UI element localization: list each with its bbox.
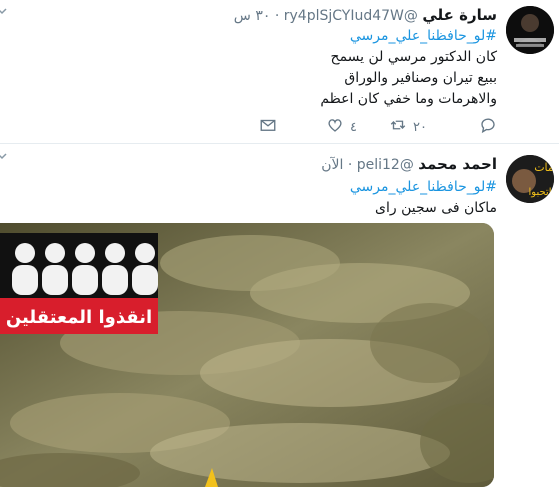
tweet-text: #لو_حافظنا_علي_مرسي كان الدكتور مرسي لن … — [320, 26, 497, 110]
timestamp[interactable]: · الآن — [321, 157, 352, 173]
like-icon — [326, 116, 344, 138]
retweet-count: ٢٠ — [413, 119, 427, 135]
user-handle[interactable]: @ry4plSjCYIud47W — [284, 8, 418, 24]
message-button[interactable] — [259, 116, 277, 138]
tweet-line: ماكان فى سجين راى — [375, 200, 497, 216]
hashtag-link[interactable]: #لو_حافظنا_علي_مرسي — [320, 26, 497, 47]
timestamp[interactable]: · ٣٠ س — [234, 8, 280, 24]
tweet-header: سارة علي @ry4plSjCYIud47W · ٣٠ س — [234, 6, 497, 25]
chevron-down-icon[interactable] — [0, 6, 7, 16]
tweet-line: ببيع تيران وصنافير والوراق — [344, 70, 497, 86]
like-count: ٤ — [350, 119, 357, 135]
tweet-actions: ٢٠ ٤ — [225, 116, 497, 138]
avatar[interactable] — [506, 6, 554, 54]
hashtag-link[interactable]: #لو_حافظنا_علي_مرسي — [350, 177, 497, 198]
tweet[interactable]: سارة علي @ry4plSjCYIud47W · ٣٠ س #لو_حاف… — [0, 0, 559, 144]
avatar-text: اتحبوا — [529, 187, 552, 198]
display-name[interactable]: سارة علي — [422, 6, 497, 24]
retweet-button[interactable]: ٢٠ — [389, 116, 427, 138]
message-icon — [259, 116, 277, 138]
avatar-text: مات — [534, 161, 554, 174]
like-button[interactable]: ٤ — [326, 116, 357, 138]
display-name[interactable]: احمد محمد — [418, 155, 497, 173]
user-handle[interactable]: @peli12 — [357, 157, 414, 173]
prisoners-photo: انقذوا المعتقلين — [0, 223, 494, 487]
avatar[interactable]: مات اتحبوا — [506, 155, 554, 203]
banner-text: انقذوا المعتقلين — [6, 307, 152, 328]
reply-button[interactable] — [479, 116, 497, 138]
tweet-header: احمد محمد @peli12 · الآن — [321, 155, 497, 174]
chevron-down-icon[interactable] — [0, 151, 7, 161]
tweet[interactable]: مات اتحبوا احمد محمد @peli12 · الآن #لو_… — [0, 145, 559, 487]
tweet-line: والاهرمات وما خفي كان اعظم — [320, 91, 497, 107]
reply-icon — [479, 116, 497, 138]
tweet-text: #لو_حافظنا_علي_مرسي ماكان فى سجين راى — [350, 177, 497, 219]
silhouette-icon — [12, 243, 158, 295]
media-image[interactable]: انقذوا المعتقلين — [0, 223, 494, 487]
tweet-line: كان الدكتور مرسي لن يسمح — [330, 49, 497, 65]
retweet-icon — [389, 116, 407, 138]
